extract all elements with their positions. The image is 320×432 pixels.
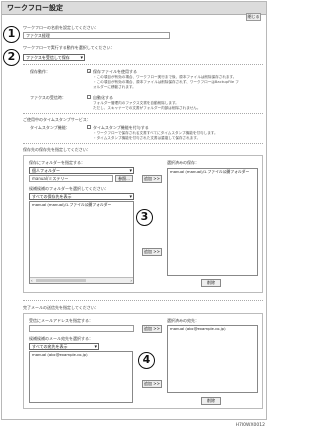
candidate-folder-list[interactable]: manual (manual)/1.ファイル公開フォルダー ‹ › (29, 201, 134, 284)
title-bar: ワークフロー設定 (2, 2, 266, 15)
delete-folder-button[interactable]: 削除 (201, 279, 221, 287)
mail-address-label: 受信にメールアドレスを指定する： (29, 318, 93, 323)
scrollbar[interactable]: ‹ › (30, 277, 133, 283)
candidate-mail-select[interactable]: すべての宛先を表示 ▾ (29, 343, 99, 350)
mail-address-input[interactable] (29, 325, 134, 332)
divider (23, 113, 263, 114)
chevron-down-icon: ▾ (129, 194, 132, 200)
callout-1: 1 (3, 26, 20, 43)
fax-auto-checkbox-label: 自動化する (93, 95, 113, 100)
save-file-checkbox-label: 保存ファイルを使用する (93, 69, 137, 74)
candidate-mail-label: 候補候補のメール宛先を選択する： (29, 336, 93, 341)
workflow-action-select[interactable]: ファクスを受信して保存 ▾ (23, 54, 85, 61)
divider (23, 64, 263, 65)
figure-code: H7I0WX0012 (235, 423, 265, 428)
add-candidate-mail-button[interactable]: 追加 >> (142, 380, 162, 388)
candidate-folder-label: 候補候補のフォルダーを選択してください： (29, 186, 109, 191)
add-folder-button[interactable]: 追加 >> (142, 175, 162, 183)
timestamp-label: タイムスタンプ機能： (30, 125, 70, 130)
timestamp-heading: ご使用中のタイムスタンプサービス： (23, 117, 91, 122)
fax-auto-checkbox[interactable] (87, 95, 91, 99)
workflow-name-label: ワークフローの名前を設定してください： (23, 25, 99, 30)
list-item[interactable]: manual (manual)/1.ファイル公開フォルダー (168, 169, 257, 174)
candidate-mail-list[interactable]: manual (abc@example.co.jp) (29, 351, 133, 403)
timestamp-note-2: ・タイムスタンプ機能を付与された文書は重複して保存されます。 (93, 136, 201, 140)
scroll-right-icon[interactable]: › (130, 278, 132, 283)
folder-type-select[interactable]: 個人フォルダー ▾ (29, 167, 134, 174)
save-destination-heading: 保存先の保存先を指定してください： (23, 147, 91, 152)
candidate-folder-select[interactable]: すべての保存先を表示 ▾ (29, 193, 134, 200)
callout-2: 2 (3, 49, 20, 66)
chevron-down-icon: ▾ (94, 344, 97, 350)
scroll-thumb[interactable] (36, 279, 86, 282)
chevron-down-icon: ▾ (129, 168, 132, 174)
add-candidate-button[interactable]: 追加 >> (142, 248, 162, 256)
workflow-action-label: ワークフローで実行する動作を選択してください： (23, 45, 115, 50)
selected-folder-list[interactable]: manual (manual)/1.ファイル公開フォルダー (167, 168, 258, 276)
list-item[interactable]: manual (manual)/1.ファイル公開フォルダー (30, 202, 133, 207)
candidate-mail-value: すべての宛先を表示 (32, 344, 68, 349)
fax-option-label: ファクスの受信時： (30, 95, 66, 100)
list-item[interactable]: manual (abc@example.co.jp) (168, 326, 257, 331)
delete-mail-button[interactable]: 削除 (201, 397, 221, 405)
callout-3: 3 (136, 209, 153, 226)
chevron-down-icon: ▾ (80, 55, 83, 61)
fax-note-2: ただし、スキャナーでの文書がフォルダー内部は削除されません。 (93, 106, 201, 110)
save-option-label: 保存動作： (30, 69, 50, 74)
divider (23, 143, 263, 144)
window-title: ワークフロー設定 (7, 4, 63, 12)
mail-heading: 完了メールの送信先を指定してください： (23, 305, 99, 310)
selected-mail-label: 選択済みの宛先： (167, 318, 199, 323)
scroll-left-icon[interactable]: ‹ (31, 278, 33, 283)
timestamp-checkbox[interactable] (87, 125, 91, 129)
candidate-folder-value: すべての保存先を表示 (32, 194, 72, 199)
list-item[interactable]: manual (abc@example.co.jp) (30, 352, 132, 357)
workflow-name-input[interactable]: ファクス経理 (23, 32, 170, 39)
timestamp-checkbox-label: タイムスタンプ機能を付与する (93, 125, 149, 130)
save-note-3: ォルダーに移動されます。 (93, 85, 136, 89)
folder-path-input[interactable]: manual/ミステリー (29, 175, 113, 182)
callout-4: 4 (138, 352, 155, 369)
close-button[interactable]: 閉じる (246, 13, 261, 21)
divider (23, 300, 263, 301)
browse-button[interactable]: 参照... (115, 175, 133, 182)
selected-mail-list[interactable]: manual (abc@example.co.jp) (167, 325, 258, 393)
add-mail-button[interactable]: 追加 >> (142, 325, 162, 333)
selected-folder-label: 選択済みの保存： (167, 160, 199, 165)
workflow-action-value: ファクスを受信して保存 (26, 55, 70, 60)
folder-type-value: 個人フォルダー (32, 168, 60, 173)
folder-label: 保存にフォルダーを指定する： (29, 160, 85, 165)
save-file-checkbox[interactable]: ✓ (87, 69, 91, 74)
